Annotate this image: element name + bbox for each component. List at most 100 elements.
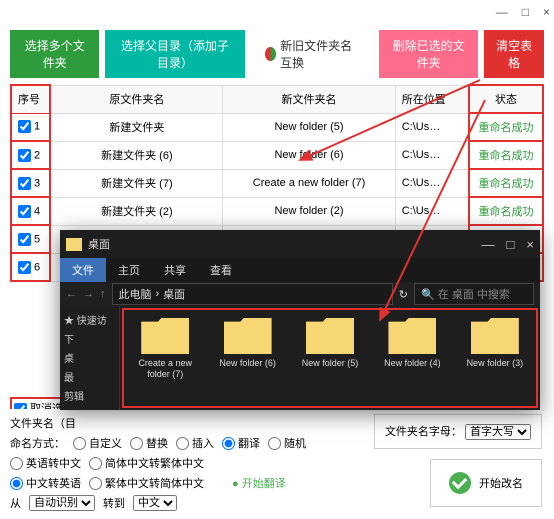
chevron-right-icon: › [156,288,160,300]
explorer-sidebar: ★ 快速访 下 桌 最 剪辑 [60,306,120,410]
table-row[interactable]: 1 新建文件夹 New folder (5) C:\Us… 重命名成功 [11,113,543,141]
swap-label: 新旧文件夹名互换 [280,37,359,71]
table-row[interactable]: 2 新建文件夹 (6) New folder (6) C:\Us… 重命名成功 [11,141,543,169]
path-desktop: 桌面 [163,286,185,302]
cell-status: 重命名成功 [469,113,543,141]
folder-icon [306,318,354,354]
nav-up[interactable]: ↑ [100,288,106,300]
start-rename-button[interactable]: 开始改名 [430,459,542,507]
delete-selected-button[interactable]: 删除已选的文件夹 [379,30,478,78]
to-label: 转到 [103,495,125,511]
sidebar-item[interactable]: 最 [64,367,115,386]
folder-icon [471,318,519,354]
radio-zh2en[interactable]: 中文转英语 [10,475,81,491]
table-row[interactable]: 3 新建文件夹 (7) Create a new folder (7) C:\U… [11,169,543,197]
from-select[interactable]: 自动识别 [29,495,95,511]
start-translate-button[interactable]: ● 开始翻译 [232,475,286,491]
explorer-maximize[interactable]: □ [507,237,515,252]
explorer-title: 桌面 [88,236,110,252]
select-parent-dir-button[interactable]: 选择父目录（添加子目录） [105,30,244,78]
folder-name-label: 文件夹名（目 [10,415,76,431]
radio-simp2trad[interactable]: 简体中文转繁体中文 [89,455,204,471]
tab-view[interactable]: 查看 [198,258,244,282]
naming-label: 命名方式： [10,435,65,451]
cell-new: New folder (6) [223,141,395,169]
cell-status: 重命名成功 [469,169,543,197]
folder-icon [141,318,189,354]
cell-new: New folder (2) [223,197,395,225]
maximize-button[interactable]: □ [522,5,529,19]
radio-insert[interactable]: 插入 [176,435,214,451]
row-checkbox[interactable] [18,120,31,133]
sidebar-item[interactable]: 桌 [64,348,115,367]
search-input[interactable]: 🔍 在 桌面 中搜索 [414,283,534,305]
clear-table-button[interactable]: 清空表格 [484,30,544,78]
sidebar-item[interactable]: 下 [64,329,115,348]
cell-status: 重命名成功 [469,197,543,225]
swap-icon [265,47,276,61]
close-button[interactable]: × [543,5,550,19]
minimize-button[interactable]: — [496,5,508,19]
cell-location: C:\Us… [395,113,469,141]
cell-new: Create a new folder (7) [223,169,395,197]
file-explorer-window: 桌面 — □ × 文件 主页 共享 查看 ← → ↑ 此电脑 › 桌面 ↻ 🔍 … [60,230,540,410]
folder-item[interactable]: New folder (5) [293,318,367,398]
cell-new: New folder (5) [223,113,395,141]
folder-item[interactable]: New folder (3) [458,318,532,398]
radio-random[interactable]: 随机 [268,435,306,451]
row-checkbox[interactable] [18,205,31,218]
folder-label: New folder (6) [210,358,284,369]
header-location: 所在位置 [395,85,469,113]
row-checkbox[interactable] [18,149,31,162]
row-checkbox[interactable] [18,233,31,246]
folder-label: New folder (5) [293,358,367,369]
tab-file[interactable]: 文件 [60,258,106,282]
header-new: 新文件夹名 [223,85,395,113]
ok-icon [449,472,471,494]
nav-forward[interactable]: → [83,288,94,300]
search-icon: 🔍 [421,289,435,301]
tab-share[interactable]: 共享 [152,258,198,282]
select-multi-folders-button[interactable]: 选择多个文件夹 [10,30,99,78]
folder-label: New folder (4) [375,358,449,369]
radio-translate[interactable]: 翻译 [222,435,260,451]
tab-home[interactable]: 主页 [106,258,152,282]
row-checkbox[interactable] [18,261,31,274]
explorer-close[interactable]: × [526,237,534,252]
header-status: 状态 [469,85,543,113]
swap-names-button[interactable]: 新旧文件夹名互换 [257,30,367,78]
radio-replace[interactable]: 替换 [130,435,168,451]
sidebar-item[interactable]: 剪辑 [64,386,115,405]
explorer-content: Create a new folder (7) New folder (6) New… [122,308,538,408]
folder-label: New folder (3) [458,358,532,369]
folder-icon [224,318,272,354]
from-label: 从 [10,495,21,511]
cell-original: 新建文件夹 (2) [50,197,222,225]
header-index: 序号 [11,85,50,113]
refresh-icon[interactable]: ↻ [399,288,408,301]
cell-location: C:\Us… [395,197,469,225]
address-bar[interactable]: 此电脑 › 桌面 [112,283,393,305]
folder-icon [388,318,436,354]
table-row[interactable]: 4 新建文件夹 (2) New folder (2) C:\Us… 重命名成功 [11,197,543,225]
cell-original: 新建文件夹 (7) [50,169,222,197]
start-rename-label: 开始改名 [479,475,523,491]
radio-en2zh[interactable]: 英语转中文 [10,455,81,471]
radio-custom[interactable]: 自定义 [73,435,122,451]
folder-item[interactable]: New folder (4) [375,318,449,398]
header-original: 原文件夹名 [50,85,222,113]
folder-item[interactable]: Create a new folder (7) [128,318,202,398]
filename-case-panel: 文件夹名字母： 首字大写 [374,414,542,449]
folder-label: Create a new folder (7) [128,358,202,380]
radio-trad2simp[interactable]: 繁体中文转简体中文 [89,475,204,491]
sidebar-quick[interactable]: ★ 快速访 [64,310,115,329]
row-checkbox[interactable] [18,177,31,190]
cell-original: 新建文件夹 (6) [50,141,222,169]
explorer-minimize[interactable]: — [482,237,495,252]
to-select[interactable]: 中文 [133,495,177,511]
folder-item[interactable]: New folder (6) [210,318,284,398]
cell-location: C:\Us… [395,169,469,197]
cell-original: 新建文件夹 [50,113,222,141]
filename-case-select[interactable]: 首字大写 [465,424,531,440]
nav-back[interactable]: ← [66,288,77,300]
